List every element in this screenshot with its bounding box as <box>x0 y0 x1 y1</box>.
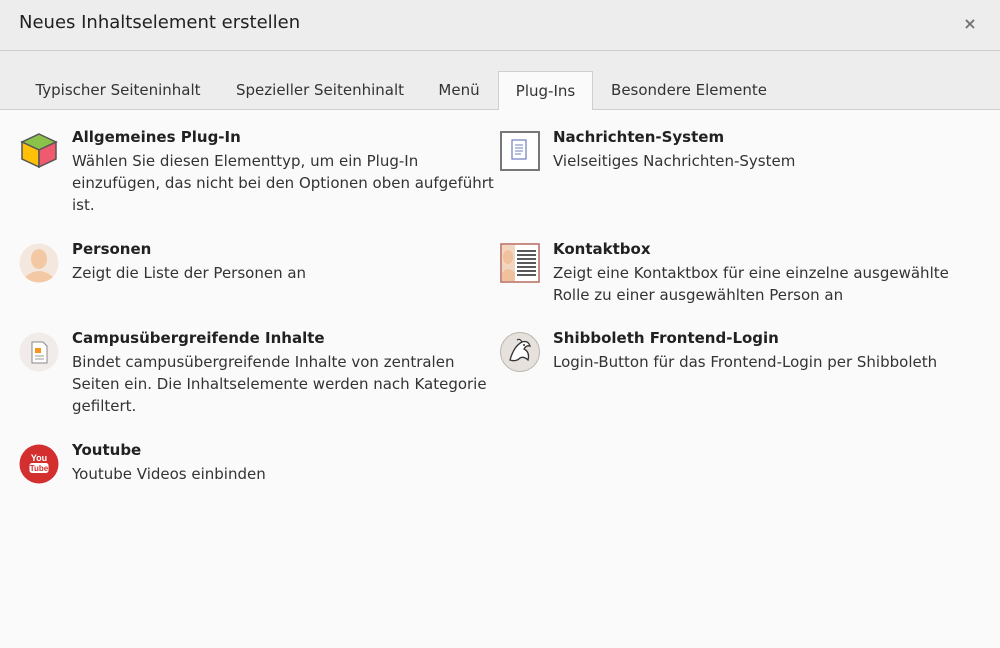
tab-plug-ins[interactable]: Plug-Ins <box>498 71 593 110</box>
item-shibboleth-frontend-login[interactable]: Shibboleth Frontend-Login Login-Button f… <box>500 329 980 376</box>
shibboleth-icon <box>500 332 540 372</box>
close-icon: × <box>963 14 977 33</box>
item-title: Shibboleth Frontend-Login <box>553 329 779 347</box>
youtube-icon: You Tube <box>19 444 59 484</box>
item-title: Youtube <box>72 441 142 459</box>
item-description: Zeigt eine Kontaktbox für eine einzelne … <box>553 264 949 304</box>
contact-box-icon <box>500 243 540 283</box>
tab-spezieller-seiteninhalt[interactable]: Spezieller Seitenhinalt <box>220 71 420 110</box>
cube-icon <box>19 131 59 171</box>
person-icon <box>19 243 59 283</box>
youtube-icon-text-you: You <box>31 453 47 463</box>
tab-bar: Typischer Seiteninhalt Spezieller Seiten… <box>0 51 1000 110</box>
tab-menue[interactable]: Menü <box>425 71 493 110</box>
item-description: Login-Button für das Frontend-Login per … <box>553 353 938 371</box>
item-description: Bindet campusübergreifende Inhalte von z… <box>72 353 487 415</box>
item-description: Youtube Videos einbinden <box>72 465 266 483</box>
item-description: Wählen Sie diesen Elementtyp, um ein Plu… <box>72 152 494 214</box>
item-description: Vielseitiges Nachrichten-System <box>553 152 796 170</box>
item-nachrichten-system[interactable]: Nachrichten-System Vielseitiges Nachrich… <box>500 128 980 175</box>
item-title: Campusübergreifende Inhalte <box>72 329 325 347</box>
dialog-title: Neues Inhaltselement erstellen <box>19 12 301 33</box>
close-button[interactable]: × <box>958 12 982 36</box>
document-icon <box>19 332 59 372</box>
item-personen[interactable]: Personen Zeigt die Liste der Personen an <box>19 240 499 287</box>
item-title: Allgemeines Plug-In <box>72 128 241 146</box>
item-campusuebergreifende-inhalte[interactable]: Campusübergreifende Inhalte Bindet campu… <box>19 329 499 420</box>
news-icon <box>500 131 540 171</box>
item-title: Personen <box>72 240 152 258</box>
tab-besondere-elemente[interactable]: Besondere Elemente <box>598 71 780 110</box>
item-youtube[interactable]: You Tube Youtube Youtube Videos einbinde… <box>19 441 499 488</box>
tab-typischer-seiteninhalt[interactable]: Typischer Seiteninhalt <box>19 71 217 110</box>
youtube-icon-text-tube: Tube <box>30 464 49 473</box>
dialog-header: Neues Inhaltselement erstellen × <box>0 0 1000 51</box>
item-kontaktbox[interactable]: Kontaktbox Zeigt eine Kontaktbox für ein… <box>500 240 980 309</box>
item-description: Zeigt die Liste der Personen an <box>72 264 307 282</box>
item-title: Kontaktbox <box>553 240 651 258</box>
item-allgemeines-plug-in[interactable]: Allgemeines Plug-In Wählen Sie diesen El… <box>19 128 499 219</box>
item-title: Nachrichten-System <box>553 128 725 146</box>
